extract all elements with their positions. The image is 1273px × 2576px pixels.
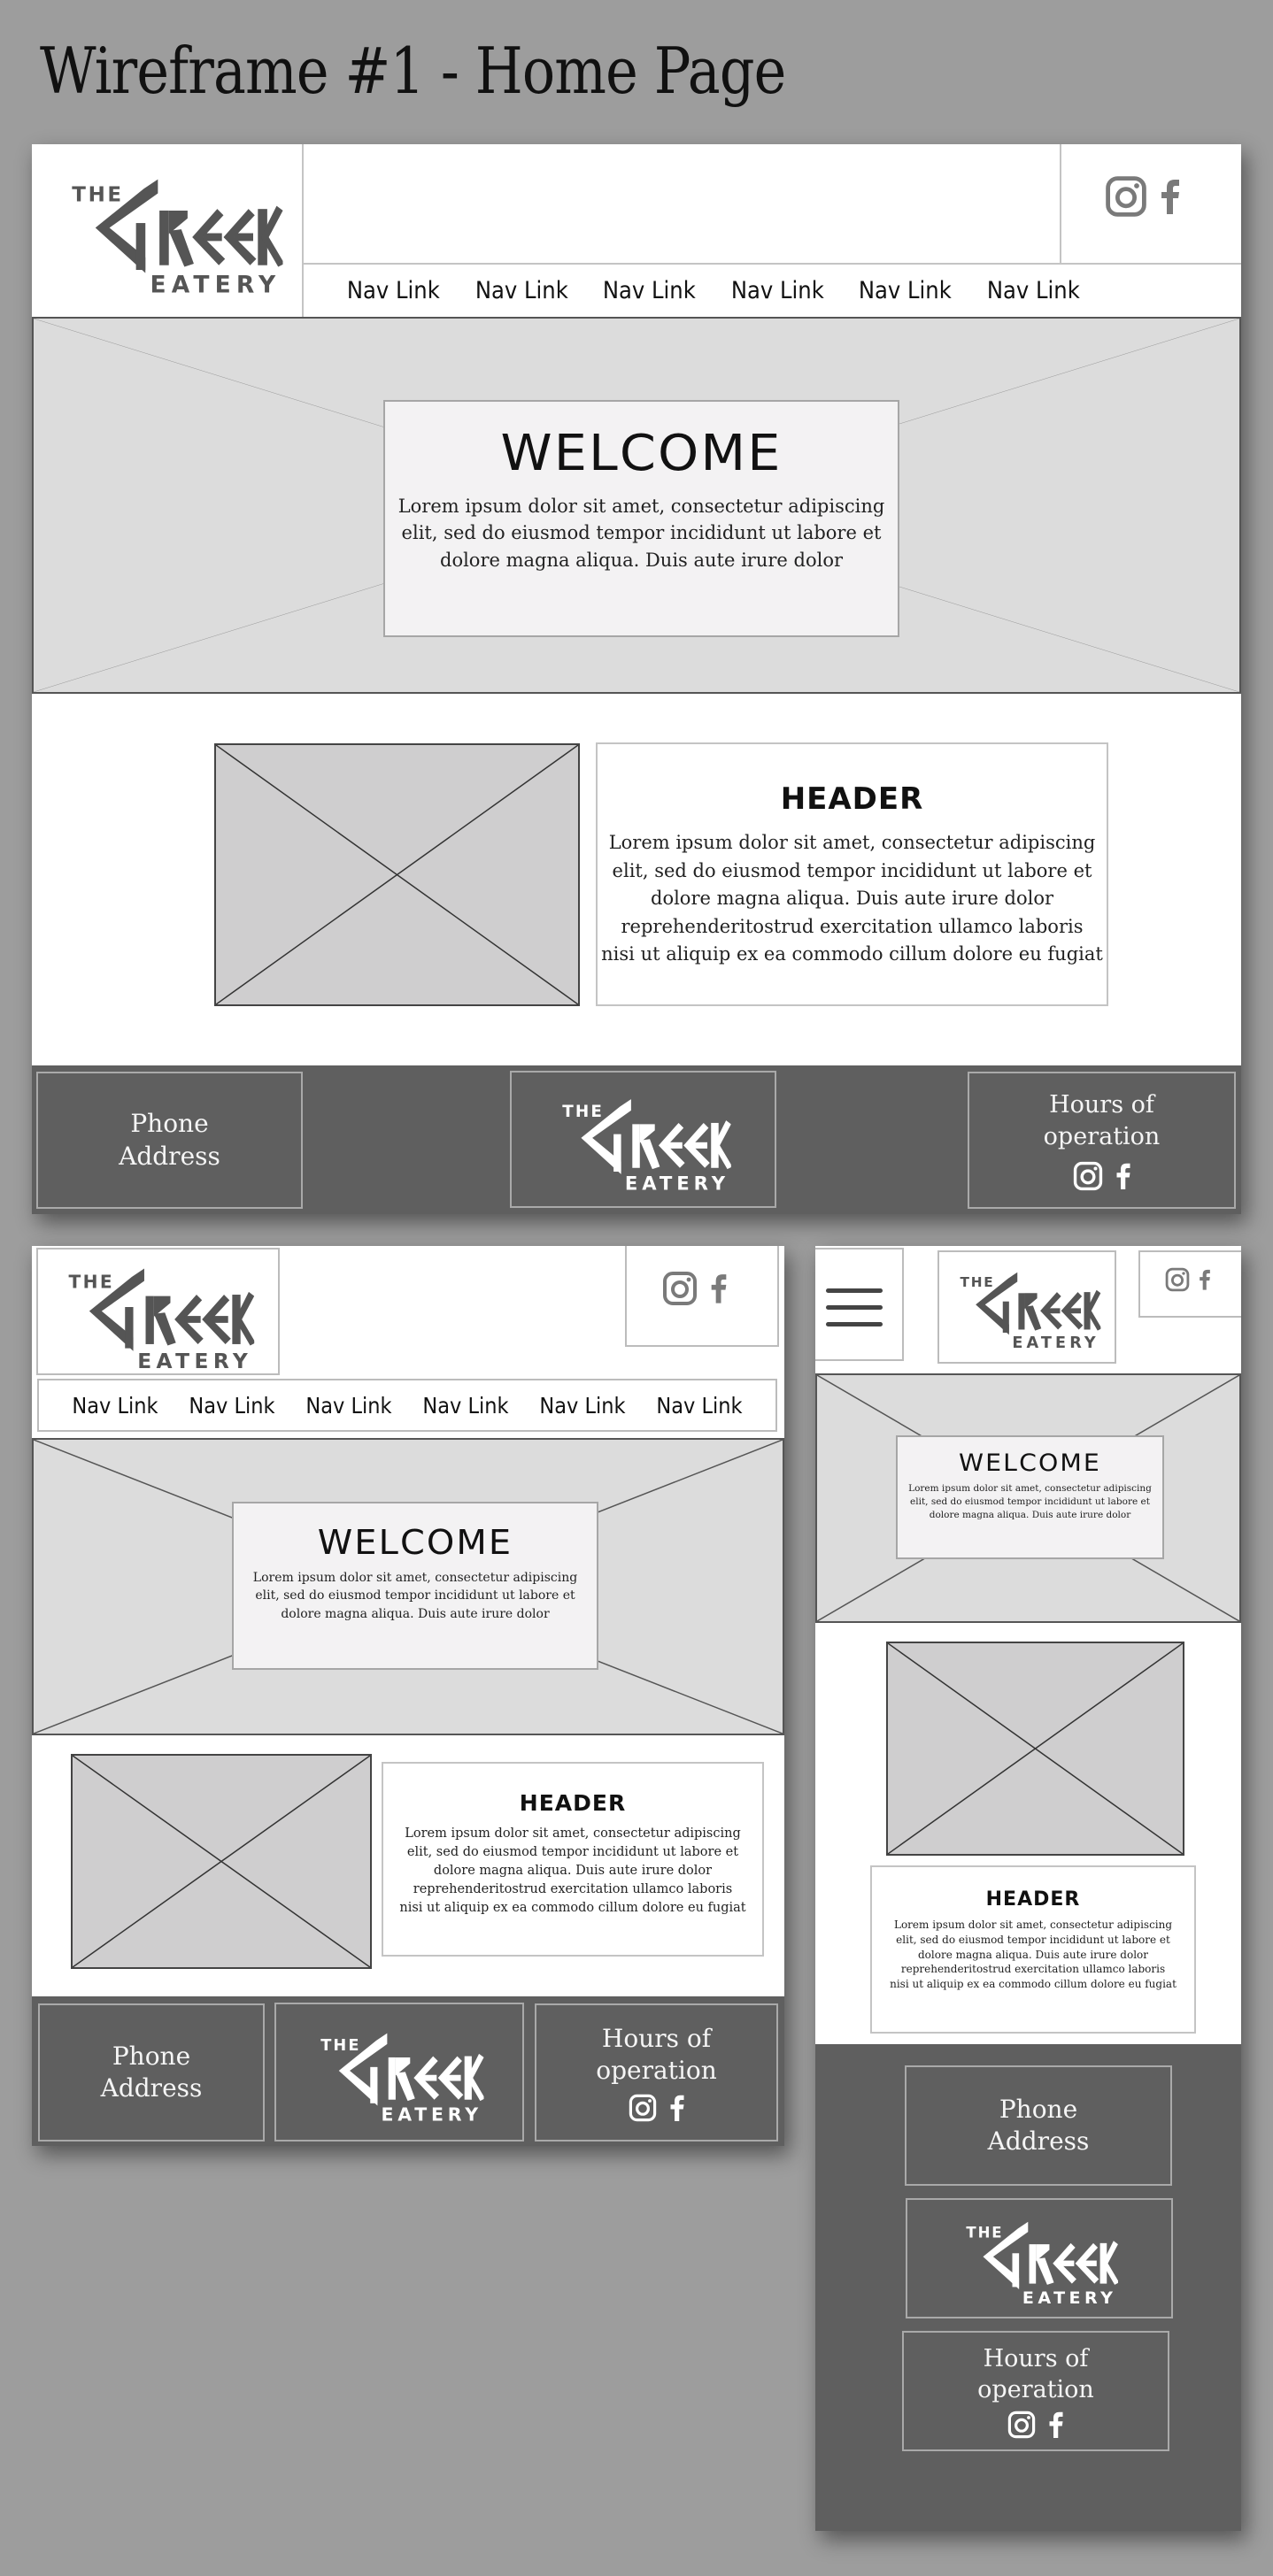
footer-logo-box <box>274 2003 524 2142</box>
tablet-footer: Phone Address Hours of operation <box>32 1996 784 2146</box>
address-label[interactable]: Address <box>119 1141 220 1173</box>
feature-card: HEADER Lorem ipsum dolor sit amet, conse… <box>382 1762 764 1957</box>
instagram-icon[interactable] <box>1073 1161 1103 1191</box>
facebook-icon[interactable] <box>1115 1162 1131 1190</box>
feature-image-placeholder <box>886 1642 1184 1856</box>
placeholder-cross-icon <box>216 745 578 1004</box>
welcome-card: WELCOME Lorem ipsum dolor sit amet, cons… <box>896 1435 1164 1559</box>
tablet-social-links <box>662 1271 728 1306</box>
feature-card: HEADER Lorem ipsum dolor sit amet, conse… <box>596 742 1108 1006</box>
hero-image-placeholder: WELCOME Lorem ipsum dolor sit amet, cons… <box>815 1373 1241 1623</box>
placeholder-cross-icon <box>73 1756 370 1967</box>
feature-image-placeholder <box>71 1754 372 1969</box>
footer-social-links <box>629 2094 685 2122</box>
tablet-wireframe: Nav Link Nav Link Nav Link Nav Link Nav … <box>32 1246 784 2146</box>
hours-box: Hours of operation <box>968 1072 1236 1209</box>
instagram-icon[interactable] <box>1165 1267 1190 1292</box>
footer-social-links <box>1007 2411 1064 2439</box>
feature-text: Lorem ipsum dolor sit amet, consectetur … <box>890 1919 1177 1991</box>
footer-logo[interactable] <box>946 2211 1132 2306</box>
logo[interactable] <box>50 164 297 296</box>
footer-logo-box <box>906 2198 1173 2318</box>
desktop-nav: Nav Link Nav Link Nav Link Nav Link Nav … <box>342 277 1183 309</box>
phone-label[interactable]: Phone <box>999 2094 1077 2126</box>
nav-link[interactable]: Nav Link <box>987 277 1080 309</box>
facebook-icon[interactable] <box>1048 2411 1064 2438</box>
mobile-social-links <box>1165 1267 1211 1292</box>
nav-link[interactable]: Nav Link <box>422 1393 508 1419</box>
facebook-icon[interactable] <box>1160 177 1181 216</box>
hours-label: Hours of <box>601 2023 712 2053</box>
logo[interactable] <box>948 1262 1107 1350</box>
welcome-heading: WELCOME <box>500 425 783 482</box>
feature-heading: HEADER <box>780 781 924 817</box>
welcome-heading: WELCOME <box>317 1523 513 1562</box>
logo[interactable] <box>41 1255 275 1372</box>
hamburger-menu-icon[interactable] <box>826 1288 883 1331</box>
welcome-text: Lorem ipsum dolor sit amet, consectetur … <box>252 1571 578 1621</box>
feature-text: Lorem ipsum dolor sit amet, consectetur … <box>601 832 1103 965</box>
hours-box: Hours of operation <box>902 2331 1169 2451</box>
mobile-footer: Phone Address Hours of operation <box>815 2044 1241 2531</box>
desktop-social-links <box>1105 175 1181 218</box>
instagram-icon[interactable] <box>1007 2411 1036 2439</box>
phone-label[interactable]: Phone <box>112 2041 190 2072</box>
feature-image-placeholder <box>214 743 580 1006</box>
hours-label: Hours of <box>983 2344 1089 2372</box>
desktop-wireframe: Nav Link Nav Link Nav Link Nav Link Nav … <box>32 144 1241 1214</box>
instagram-icon[interactable] <box>1105 175 1147 218</box>
placeholder-cross-icon <box>888 1643 1183 1854</box>
contact-box: Phone Address <box>905 2065 1172 2186</box>
footer-logo[interactable] <box>551 1087 737 1193</box>
nav-link[interactable]: Nav Link <box>189 1393 274 1419</box>
footer-social-links <box>1073 1161 1131 1191</box>
welcome-heading: WELCOME <box>959 1449 1101 1477</box>
contact-box: Phone Address <box>38 2003 265 2142</box>
facebook-icon[interactable] <box>710 1273 728 1304</box>
footer-logo-box <box>510 1071 776 1208</box>
nav-link[interactable]: Nav Link <box>859 277 952 309</box>
hero-image-placeholder: WELCOME Lorem ipsum dolor sit amet, cons… <box>32 317 1241 694</box>
page-title: Wireframe #1 - Home Page <box>40 34 786 108</box>
nav-link[interactable]: Nav Link <box>305 1393 391 1419</box>
instagram-icon[interactable] <box>629 2094 657 2122</box>
phone-label[interactable]: Phone <box>130 1108 208 1140</box>
nav-link[interactable]: Nav Link <box>656 1393 742 1419</box>
welcome-card: WELCOME Lorem ipsum dolor sit amet, cons… <box>232 1502 598 1670</box>
nav-link[interactable]: Nav Link <box>603 277 696 309</box>
hours-box: Hours of operation <box>535 2003 778 2142</box>
contact-box: Phone Address <box>36 1072 303 1209</box>
feature-heading: HEADER <box>985 1888 1081 1911</box>
tablet-nav: Nav Link Nav Link Nav Link Nav Link Nav … <box>37 1379 777 1432</box>
desktop-footer: Phone Address Hours of operation <box>32 1065 1241 1214</box>
hours-label: Hours of <box>1049 1091 1154 1119</box>
welcome-card: WELCOME Lorem ipsum dolor sit amet, cons… <box>383 400 899 637</box>
nav-link[interactable]: Nav Link <box>474 277 567 309</box>
address-label[interactable]: Address <box>101 2072 203 2104</box>
nav-link[interactable]: Nav Link <box>731 277 824 309</box>
feature-heading: HEADER <box>519 1790 627 1816</box>
nav-link[interactable]: Nav Link <box>72 1393 158 1419</box>
nav-link[interactable]: Nav Link <box>539 1393 625 1419</box>
feature-text: Lorem ipsum dolor sit amet, consectetur … <box>399 1826 746 1916</box>
footer-logo[interactable] <box>311 2021 488 2124</box>
hero-image-placeholder: WELCOME Lorem ipsum dolor sit amet, cons… <box>32 1438 784 1735</box>
facebook-icon[interactable] <box>669 2095 685 2121</box>
facebook-icon[interactable] <box>1199 1269 1211 1290</box>
address-label[interactable]: Address <box>988 2126 1090 2157</box>
nav-link[interactable]: Nav Link <box>347 277 440 309</box>
mobile-wireframe: WELCOME Lorem ipsum dolor sit amet, cons… <box>815 1246 1241 2531</box>
feature-card: HEADER Lorem ipsum dolor sit amet, conse… <box>870 1865 1196 2034</box>
welcome-text: Lorem ipsum dolor sit amet, consectetur … <box>397 496 885 571</box>
instagram-icon[interactable] <box>662 1271 698 1306</box>
welcome-text: Lorem ipsum dolor sit amet, consectetur … <box>908 1483 1152 1521</box>
